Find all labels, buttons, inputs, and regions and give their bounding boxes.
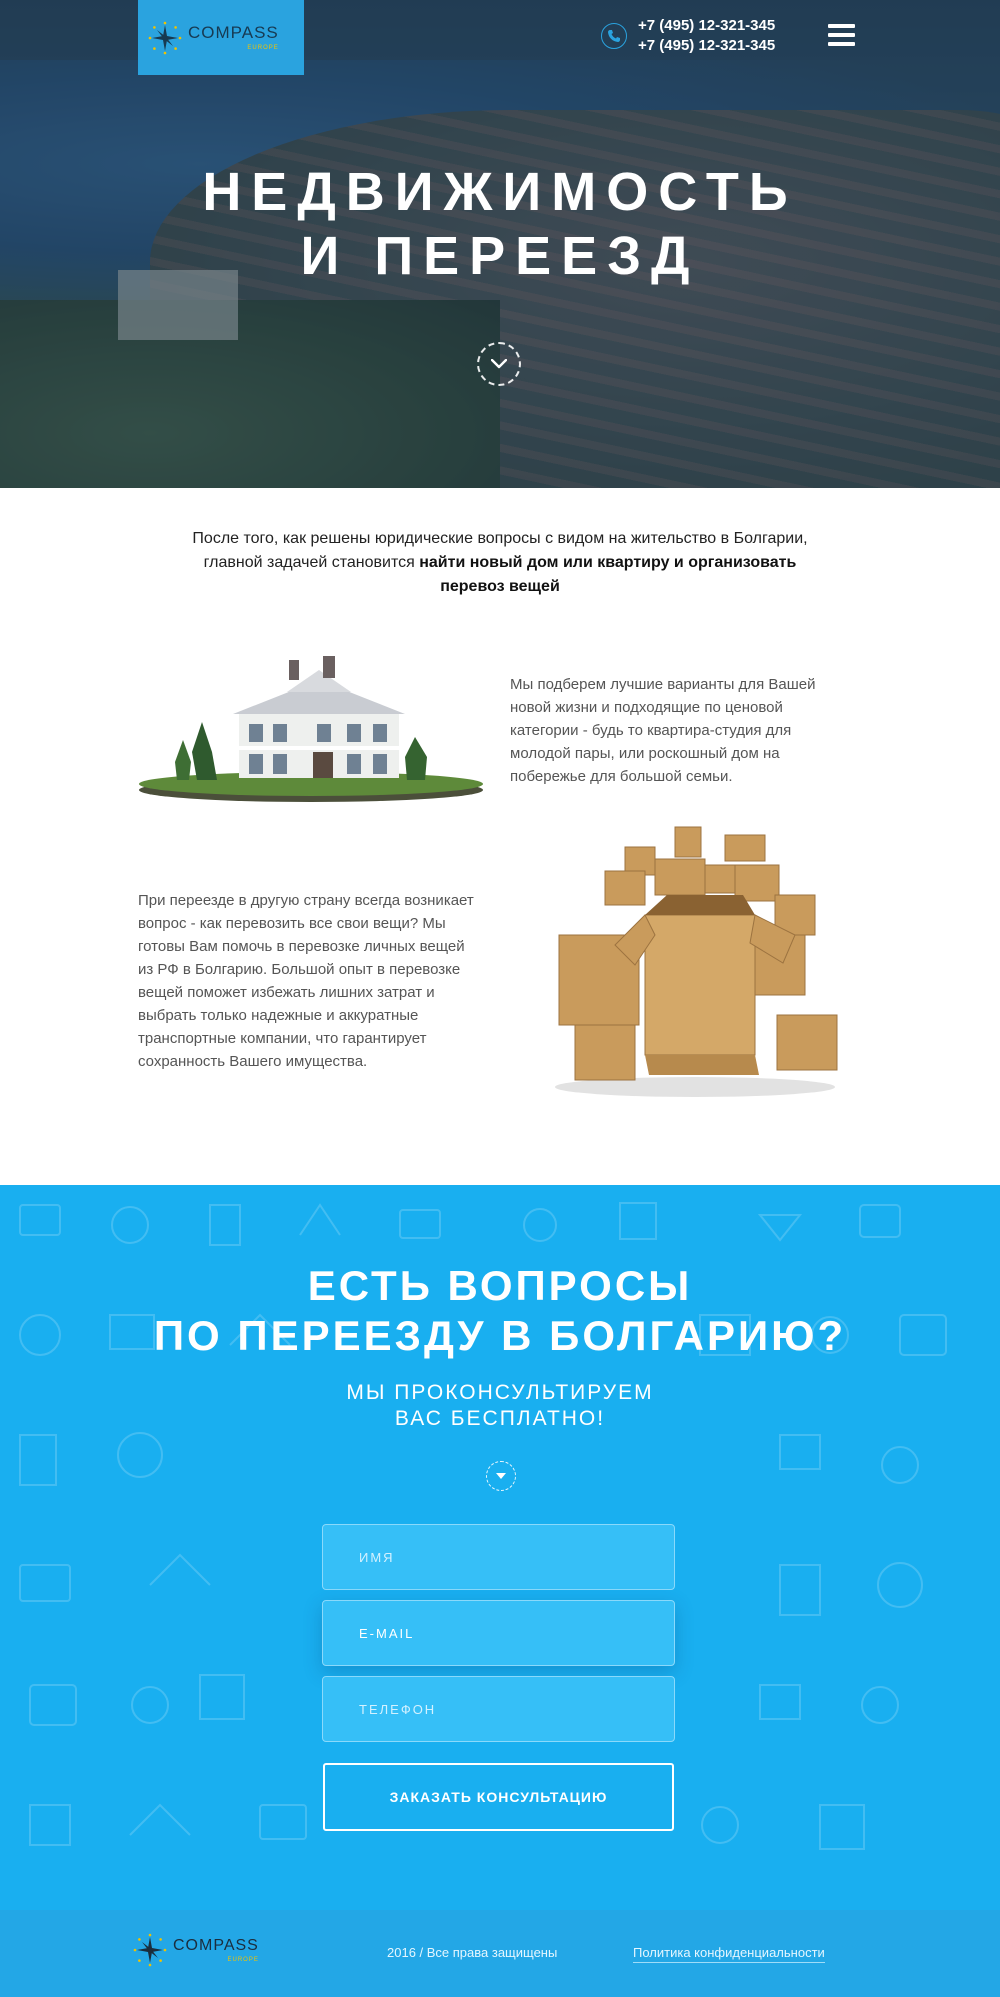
chevron-down-icon bbox=[491, 359, 507, 369]
housing-description: Мы подберем лучшие варианты для Вашей но… bbox=[510, 676, 816, 785]
footer-logo-subtext: EUROPE bbox=[227, 1957, 259, 1963]
hero-section: COMPASS EUROPE +7 (495) 12-321-345 +7 (4… bbox=[0, 0, 1000, 488]
hero-title-line1: НЕДВИЖИМОСТЬ bbox=[202, 162, 798, 222]
header-phone-1[interactable]: +7 (495) 12-321-345 bbox=[638, 16, 775, 36]
hamburger-menu-icon[interactable] bbox=[828, 24, 855, 46]
header-phone-2[interactable]: +7 (495) 12-321-345 bbox=[638, 36, 775, 56]
consultation-title-line1: ЕСТЬ ВОПРОСЫ bbox=[307, 1262, 693, 1309]
hero-title: НЕДВИЖИМОСТЬ И ПЕРЕЕЗД bbox=[0, 160, 1000, 288]
logo-text: COMPASS bbox=[188, 23, 279, 42]
copyright-text: 2016 / Все права защищены bbox=[387, 1945, 558, 1960]
intro-text: После того, как решены юридические вопро… bbox=[0, 527, 1000, 599]
email-field[interactable]: E-MAIL bbox=[322, 1600, 675, 1666]
footer: COMPASS EUROPE 2016 / Все права защищены… bbox=[0, 1910, 1000, 1997]
logo-subtext: EUROPE bbox=[247, 45, 279, 51]
intro-line2-bold: найти новый дом или квартиру и организов… bbox=[419, 554, 797, 571]
moving-description: При переезде в другую страну всегда возн… bbox=[138, 892, 474, 1070]
header-logo[interactable]: COMPASS EUROPE bbox=[138, 0, 304, 75]
consultation-subtitle: МЫ ПРОКОНСУЛЬТИРУЕМ ВАС БЕСПЛАТНО! bbox=[0, 1380, 1000, 1432]
consultation-section: ЕСТЬ ВОПРОСЫ ПО ПЕРЕЕЗДУ В БОЛГАРИЮ? МЫ … bbox=[0, 1185, 1000, 1910]
form-scroll-arrow[interactable] bbox=[486, 1461, 516, 1491]
privacy-policy-link[interactable]: Политика конфиденциальности bbox=[633, 1945, 825, 1963]
intro-line1: После того, как решены юридические вопро… bbox=[192, 530, 808, 547]
phone-icon bbox=[601, 23, 627, 49]
consultation-subtitle-line1: МЫ ПРОКОНСУЛЬТИРУЕМ bbox=[346, 1381, 654, 1404]
header-phones: +7 (495) 12-321-345 +7 (495) 12-321-345 bbox=[601, 16, 775, 56]
intro-line2: главной задачей становится найти новый д… bbox=[0, 551, 1000, 575]
caret-down-icon bbox=[496, 1473, 506, 1479]
intro-line3-bold: перевоз вещей bbox=[440, 578, 560, 595]
compass-star-icon bbox=[148, 21, 182, 54]
order-consultation-button[interactable]: ЗАКАЗАТЬ КОНСУЛЬТАЦИЮ bbox=[323, 1763, 674, 1831]
name-field[interactable]: ИМЯ bbox=[322, 1524, 675, 1590]
consultation-title-line2: ПО ПЕРЕЕЗДУ В БОЛГАРИЮ? bbox=[153, 1312, 847, 1359]
scroll-down-button[interactable] bbox=[477, 342, 521, 386]
footer-logo-text: COMPASS bbox=[173, 1937, 259, 1954]
consultation-title: ЕСТЬ ВОПРОСЫ ПО ПЕРЕЕЗДУ В БОЛГАРИЮ? bbox=[0, 1261, 1000, 1361]
intro-line2-plain: главной задачей становится bbox=[203, 554, 420, 571]
hero-title-line2: И ПЕРЕЕЗД bbox=[300, 226, 700, 286]
consultation-subtitle-line2: ВАС БЕСПЛАТНО! bbox=[394, 1407, 606, 1430]
house-image bbox=[139, 656, 483, 802]
footer-logo[interactable]: COMPASS EUROPE bbox=[133, 1933, 259, 1967]
moving-boxes-image bbox=[555, 826, 838, 1097]
phone-field[interactable]: ТЕЛЕФОН bbox=[322, 1676, 675, 1742]
compass-star-icon bbox=[133, 1933, 167, 1967]
